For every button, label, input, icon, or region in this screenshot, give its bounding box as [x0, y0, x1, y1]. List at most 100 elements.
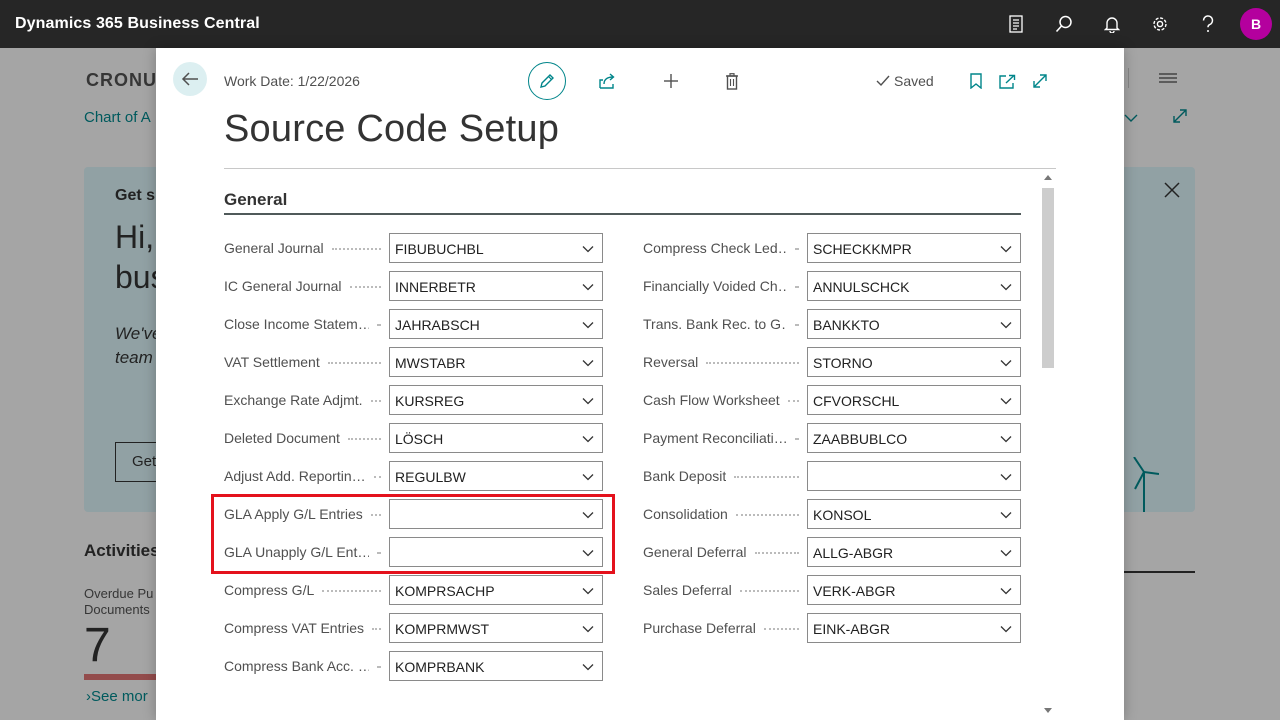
field-label[interactable]: Compress Check Led…: [643, 240, 787, 256]
field-label[interactable]: Reversal: [643, 354, 698, 370]
field-label[interactable]: Sales Deferral: [643, 582, 732, 598]
field-value: CFVORSCHL: [813, 393, 900, 409]
chevron-down-icon[interactable]: [582, 394, 594, 412]
scroll-up-arrow[interactable]: [1044, 175, 1052, 180]
field-label[interactable]: Purchase Deferral: [643, 620, 756, 636]
field-row: IC General Journal INNERBETR: [224, 271, 603, 301]
chevron-down-icon[interactable]: [582, 280, 594, 298]
open-new-window-button[interactable]: [990, 64, 1024, 98]
avatar[interactable]: B: [1240, 8, 1272, 40]
field-dropdown[interactable]: ANNULSCHCK: [807, 271, 1021, 301]
chevron-down-icon[interactable]: [1000, 394, 1012, 412]
field-label[interactable]: Trans. Bank Rec. to G…: [643, 316, 787, 332]
section-divider: [224, 213, 1021, 215]
field-value: KURSREG: [395, 393, 465, 409]
new-button[interactable]: [654, 64, 688, 98]
field-label[interactable]: Compress G/L: [224, 582, 314, 598]
chevron-down-icon[interactable]: [582, 584, 594, 602]
field-leader-dots: [348, 438, 381, 440]
chevron-down-icon[interactable]: [1000, 508, 1012, 526]
search-icon[interactable]: [1040, 0, 1088, 48]
field-label[interactable]: Compress VAT Entries: [224, 620, 364, 636]
edit-button[interactable]: [528, 62, 566, 100]
field-value: KONSOL: [813, 507, 872, 523]
chevron-down-icon[interactable]: [582, 242, 594, 260]
field-row: Close Income Statem… JAHRABSCH: [224, 309, 603, 339]
field-dropdown[interactable]: REGULBW: [389, 461, 603, 491]
gear-icon[interactable]: [1136, 0, 1184, 48]
help-icon[interactable]: [1184, 0, 1232, 48]
field-label[interactable]: Consolidation: [643, 506, 728, 522]
field-dropdown[interactable]: KOMPRBANK: [389, 651, 603, 681]
field-dropdown[interactable]: INNERBETR: [389, 271, 603, 301]
field-label[interactable]: Payment Reconciliati…: [643, 430, 787, 446]
field-label[interactable]: VAT Settlement: [224, 354, 320, 370]
chevron-down-icon[interactable]: [1000, 280, 1012, 298]
field-dropdown[interactable]: KURSREG: [389, 385, 603, 415]
field-value: LÖSCH: [395, 431, 444, 447]
work-date[interactable]: Work Date: 1/22/2026: [224, 73, 360, 89]
section-general-title[interactable]: General: [224, 190, 287, 210]
chevron-down-icon[interactable]: [1000, 432, 1012, 450]
chevron-down-icon[interactable]: [582, 622, 594, 640]
field-dropdown[interactable]: STORNO: [807, 347, 1021, 377]
chevron-down-icon[interactable]: [1000, 470, 1012, 488]
field-label[interactable]: Close Income Statem…: [224, 316, 369, 332]
chevron-down-icon[interactable]: [582, 318, 594, 336]
field-label[interactable]: General Journal: [224, 240, 324, 256]
chevron-down-icon[interactable]: [582, 432, 594, 450]
scroll-thumb[interactable]: [1042, 188, 1054, 368]
field-dropdown[interactable]: CFVORSCHL: [807, 385, 1021, 415]
field-dropdown[interactable]: BANKKTO: [807, 309, 1021, 339]
field-dropdown[interactable]: ALLG-ABGR: [807, 537, 1021, 567]
delete-button[interactable]: [715, 64, 749, 98]
field-row: Trans. Bank Rec. to G… BANKKTO: [643, 309, 1021, 339]
scroll-down-arrow[interactable]: [1044, 708, 1052, 713]
field-dropdown[interactable]: ZAABBUBLCO: [807, 423, 1021, 453]
arrow-left-icon: [181, 72, 198, 86]
back-button[interactable]: [173, 62, 207, 96]
bell-icon[interactable]: [1088, 0, 1136, 48]
chevron-down-icon[interactable]: [582, 470, 594, 488]
field-value: KOMPRMWST: [395, 621, 490, 637]
chevron-down-icon[interactable]: [1000, 622, 1012, 640]
trash-icon: [726, 72, 738, 90]
field-dropdown[interactable]: EINK-ABGR: [807, 613, 1021, 643]
field-dropdown[interactable]: KOMPRSACHP: [389, 575, 603, 605]
field-dropdown[interactable]: LÖSCH: [389, 423, 603, 453]
chevron-down-icon[interactable]: [1000, 318, 1012, 336]
field-dropdown[interactable]: KONSOL: [807, 499, 1021, 529]
field-label[interactable]: Bank Deposit: [643, 468, 726, 484]
field-dropdown[interactable]: MWSTABR: [389, 347, 603, 377]
field-dropdown[interactable]: KOMPRMWST: [389, 613, 603, 643]
field-label[interactable]: IC General Journal: [224, 278, 342, 294]
field-label[interactable]: Compress Bank Acc. …: [224, 658, 369, 674]
field-dropdown[interactable]: [807, 461, 1021, 491]
field-dropdown[interactable]: FIBUBUCHBL: [389, 233, 603, 263]
field-dropdown[interactable]: SCHECKKMPR: [807, 233, 1021, 263]
field-leader-dots: [332, 248, 381, 250]
chevron-down-icon[interactable]: [1000, 356, 1012, 374]
field-dropdown[interactable]: VERK-ABGR: [807, 575, 1021, 605]
expand-icon: [1033, 74, 1047, 88]
chevron-down-icon[interactable]: [1000, 242, 1012, 260]
document-icon[interactable]: [992, 0, 1040, 48]
field-label[interactable]: Cash Flow Worksheet: [643, 392, 780, 408]
app-title[interactable]: Dynamics 365 Business Central: [15, 15, 260, 33]
field-label[interactable]: Adjust Add. Reportin…: [224, 468, 366, 484]
bookmark-button[interactable]: [959, 64, 993, 98]
field-dropdown[interactable]: JAHRABSCH: [389, 309, 603, 339]
chevron-down-icon[interactable]: [1000, 584, 1012, 602]
expand-button[interactable]: [1023, 64, 1057, 98]
field-label[interactable]: General Deferral: [643, 544, 747, 560]
share-button[interactable]: [591, 64, 625, 98]
scrollbar[interactable]: [1040, 170, 1056, 720]
chevron-down-icon[interactable]: [1000, 546, 1012, 564]
field-label[interactable]: Exchange Rate Adjmt.: [224, 392, 363, 408]
chevron-down-icon[interactable]: [582, 356, 594, 374]
field-row: Consolidation KONSOL: [643, 499, 1021, 529]
field-label[interactable]: Deleted Document: [224, 430, 340, 446]
field-label[interactable]: Financially Voided Ch…: [643, 278, 787, 294]
field-leader-dots: [350, 286, 381, 288]
chevron-down-icon[interactable]: [582, 660, 594, 678]
